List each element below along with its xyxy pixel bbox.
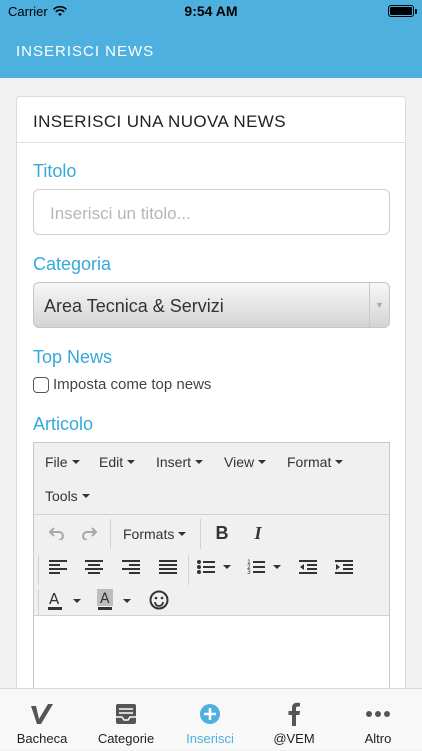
tab-bacheca[interactable]: Bacheca: [0, 689, 84, 751]
tab-vem[interactable]: @VEM: [252, 689, 336, 751]
top-news-checkbox-row[interactable]: Imposta come top news: [33, 376, 211, 393]
category-value: Area Tecnica & Servizi: [44, 296, 224, 316]
svg-text:A: A: [49, 590, 60, 608]
tab-inserisci[interactable]: Inserisci: [168, 689, 252, 751]
toolbar-divider: [38, 555, 39, 585]
undo-icon[interactable]: [44, 521, 68, 545]
caret-down-icon: [258, 460, 267, 464]
tab-categorie[interactable]: Categorie: [84, 689, 168, 751]
more-icon: [365, 699, 391, 729]
text-color-icon[interactable]: A: [46, 587, 86, 613]
align-justify-icon[interactable]: [156, 555, 180, 579]
italic-icon[interactable]: I: [246, 521, 270, 545]
category-label: Categoria: [33, 254, 112, 274]
numbered-list-icon[interactable]: 123: [246, 555, 282, 579]
toolbar-divider: [200, 519, 201, 549]
tab-label: @VEM: [273, 731, 315, 746]
caret-down-icon: [178, 532, 187, 536]
caret-down-icon: [195, 460, 204, 464]
background-color-icon[interactable]: A: [96, 587, 136, 613]
tab-label: Inserisci: [186, 731, 234, 746]
tab-altro[interactable]: Altro: [336, 689, 420, 751]
category-select[interactable]: Area Tecnica & Servizi ▼: [33, 282, 390, 328]
redo-icon[interactable]: [78, 521, 102, 545]
caret-down-icon: [335, 460, 344, 464]
card-heading: INSERISCI UNA NUOVA NEWS: [17, 97, 405, 143]
tab-label: Altro: [364, 731, 392, 746]
plus-circle-icon: [199, 699, 221, 729]
align-right-icon[interactable]: [119, 555, 143, 579]
inbox-icon: [115, 699, 137, 729]
menu-tools[interactable]: Tools: [45, 488, 90, 504]
editor-toolbar: Formats B I 1 2 3 A A: [34, 515, 389, 619]
outdent-icon[interactable]: [296, 555, 320, 579]
bold-icon[interactable]: B: [210, 521, 234, 545]
bullet-list-icon[interactable]: [196, 555, 232, 579]
status-bar: Carrier 9:54 AM: [0, 0, 422, 24]
svg-text:3: 3: [247, 569, 251, 575]
top-news-checkbox-label: Imposta come top news: [53, 376, 212, 393]
menu-file[interactable]: File: [45, 454, 80, 470]
emoji-icon[interactable]: [146, 587, 172, 613]
caret-down-icon: [127, 460, 136, 464]
menu-edit[interactable]: Edit: [99, 454, 136, 470]
indent-icon[interactable]: [332, 555, 356, 579]
rich-text-editor: File Edit Insert View Format Tools Forma…: [33, 442, 390, 688]
editor-menubar: File Edit Insert View Format Tools: [34, 443, 389, 515]
caret-down-icon: [81, 494, 90, 498]
battery-icon: [388, 5, 417, 17]
title-input[interactable]: Inserisci un titolo...: [33, 189, 390, 235]
facebook-icon: [287, 699, 301, 729]
formats-dropdown[interactable]: Formats: [123, 526, 187, 542]
svg-text:A: A: [100, 591, 110, 607]
menu-insert[interactable]: Insert: [156, 454, 204, 470]
article-label: Articolo: [33, 414, 94, 434]
status-time: 9:54 AM: [184, 3, 238, 19]
editor-text-area[interactable]: [34, 615, 389, 688]
align-left-icon[interactable]: [46, 555, 70, 579]
chevron-down-icon: ▼: [369, 283, 389, 327]
tab-label: Categorie: [97, 731, 155, 746]
menu-format[interactable]: Format: [287, 454, 344, 470]
menu-view[interactable]: View: [224, 454, 267, 470]
news-form-card: INSERISCI UNA NUOVA NEWS Titolo Inserisc…: [16, 96, 406, 688]
toolbar-divider: [188, 555, 189, 585]
top-news-label: Top News: [33, 347, 113, 367]
title-label: Titolo: [33, 161, 77, 181]
app-title: INSERISCI NEWS: [16, 43, 155, 60]
app-bar: INSERISCI NEWS: [0, 24, 422, 78]
main-content[interactable]: INSERISCI UNA NUOVA NEWS Titolo Inserisc…: [0, 78, 422, 688]
tab-label: Bacheca: [16, 731, 68, 746]
tab-bar: Bacheca Categorie Inserisci @VEM Altro: [0, 688, 422, 750]
align-center-icon[interactable]: [82, 555, 106, 579]
check-icon: [29, 699, 55, 729]
caret-down-icon: [71, 460, 80, 464]
toolbar-divider: [110, 519, 111, 549]
top-news-checkbox[interactable]: [33, 376, 49, 393]
